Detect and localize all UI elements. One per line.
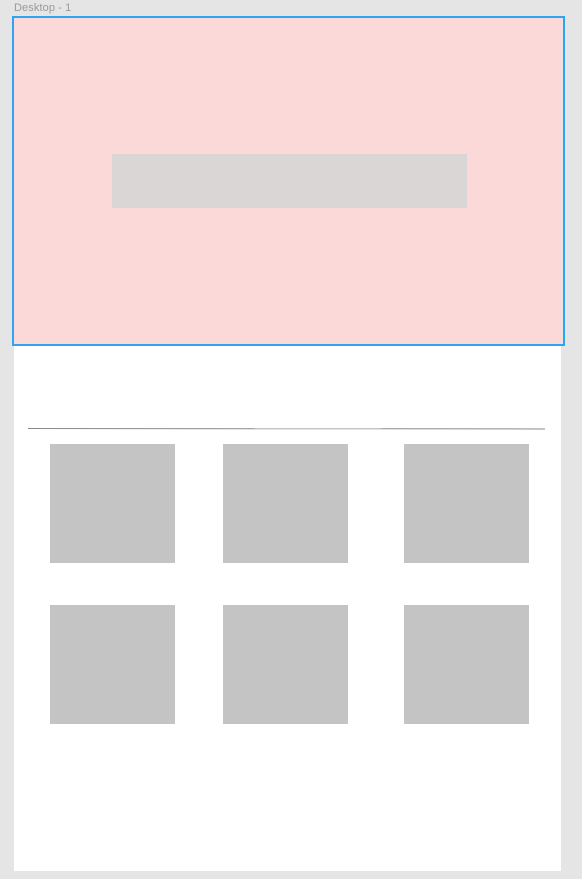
grid-tile[interactable] — [404, 444, 529, 563]
grid-tile[interactable] — [223, 605, 348, 724]
grid-tile[interactable] — [50, 605, 175, 724]
frame-label[interactable]: Desktop - 1 — [14, 2, 71, 14]
section-divider[interactable] — [27, 428, 546, 430]
grid-tile[interactable] — [404, 605, 529, 724]
grid-tile[interactable] — [50, 444, 175, 563]
design-canvas[interactable]: Desktop - 1 — [0, 0, 582, 879]
hero-section[interactable] — [14, 17, 561, 344]
grid-tile[interactable] — [223, 444, 348, 563]
desktop-frame[interactable] — [14, 17, 561, 871]
hero-placeholder-bar[interactable] — [112, 154, 467, 208]
